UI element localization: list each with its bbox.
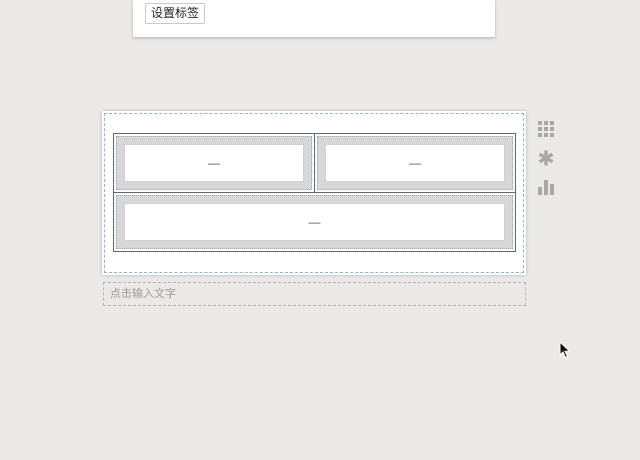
cell-input-r1c2[interactable]: — xyxy=(325,144,505,182)
cell-input-r1c1[interactable]: — xyxy=(124,144,304,182)
row-divider xyxy=(114,192,515,193)
table-grid[interactable]: — — — xyxy=(113,133,516,252)
table-cell-r1c2[interactable]: — xyxy=(317,136,513,190)
top-toolbar-card: 设置标签 xyxy=(133,0,495,37)
table-cell-r1c1[interactable]: — xyxy=(116,136,312,190)
asterisk-icon[interactable] xyxy=(537,149,555,167)
table-cell-r2c1[interactable]: — xyxy=(116,195,513,249)
grid-icon[interactable] xyxy=(537,120,555,138)
bar-chart-icon[interactable] xyxy=(537,178,555,196)
caption-input[interactable]: 点击输入文字 xyxy=(103,282,526,306)
set-label-button[interactable]: 设置标签 xyxy=(145,3,206,24)
cell-input-r2c1[interactable]: — xyxy=(124,203,505,241)
mouse-pointer-icon xyxy=(559,340,571,359)
column-divider xyxy=(314,134,315,192)
